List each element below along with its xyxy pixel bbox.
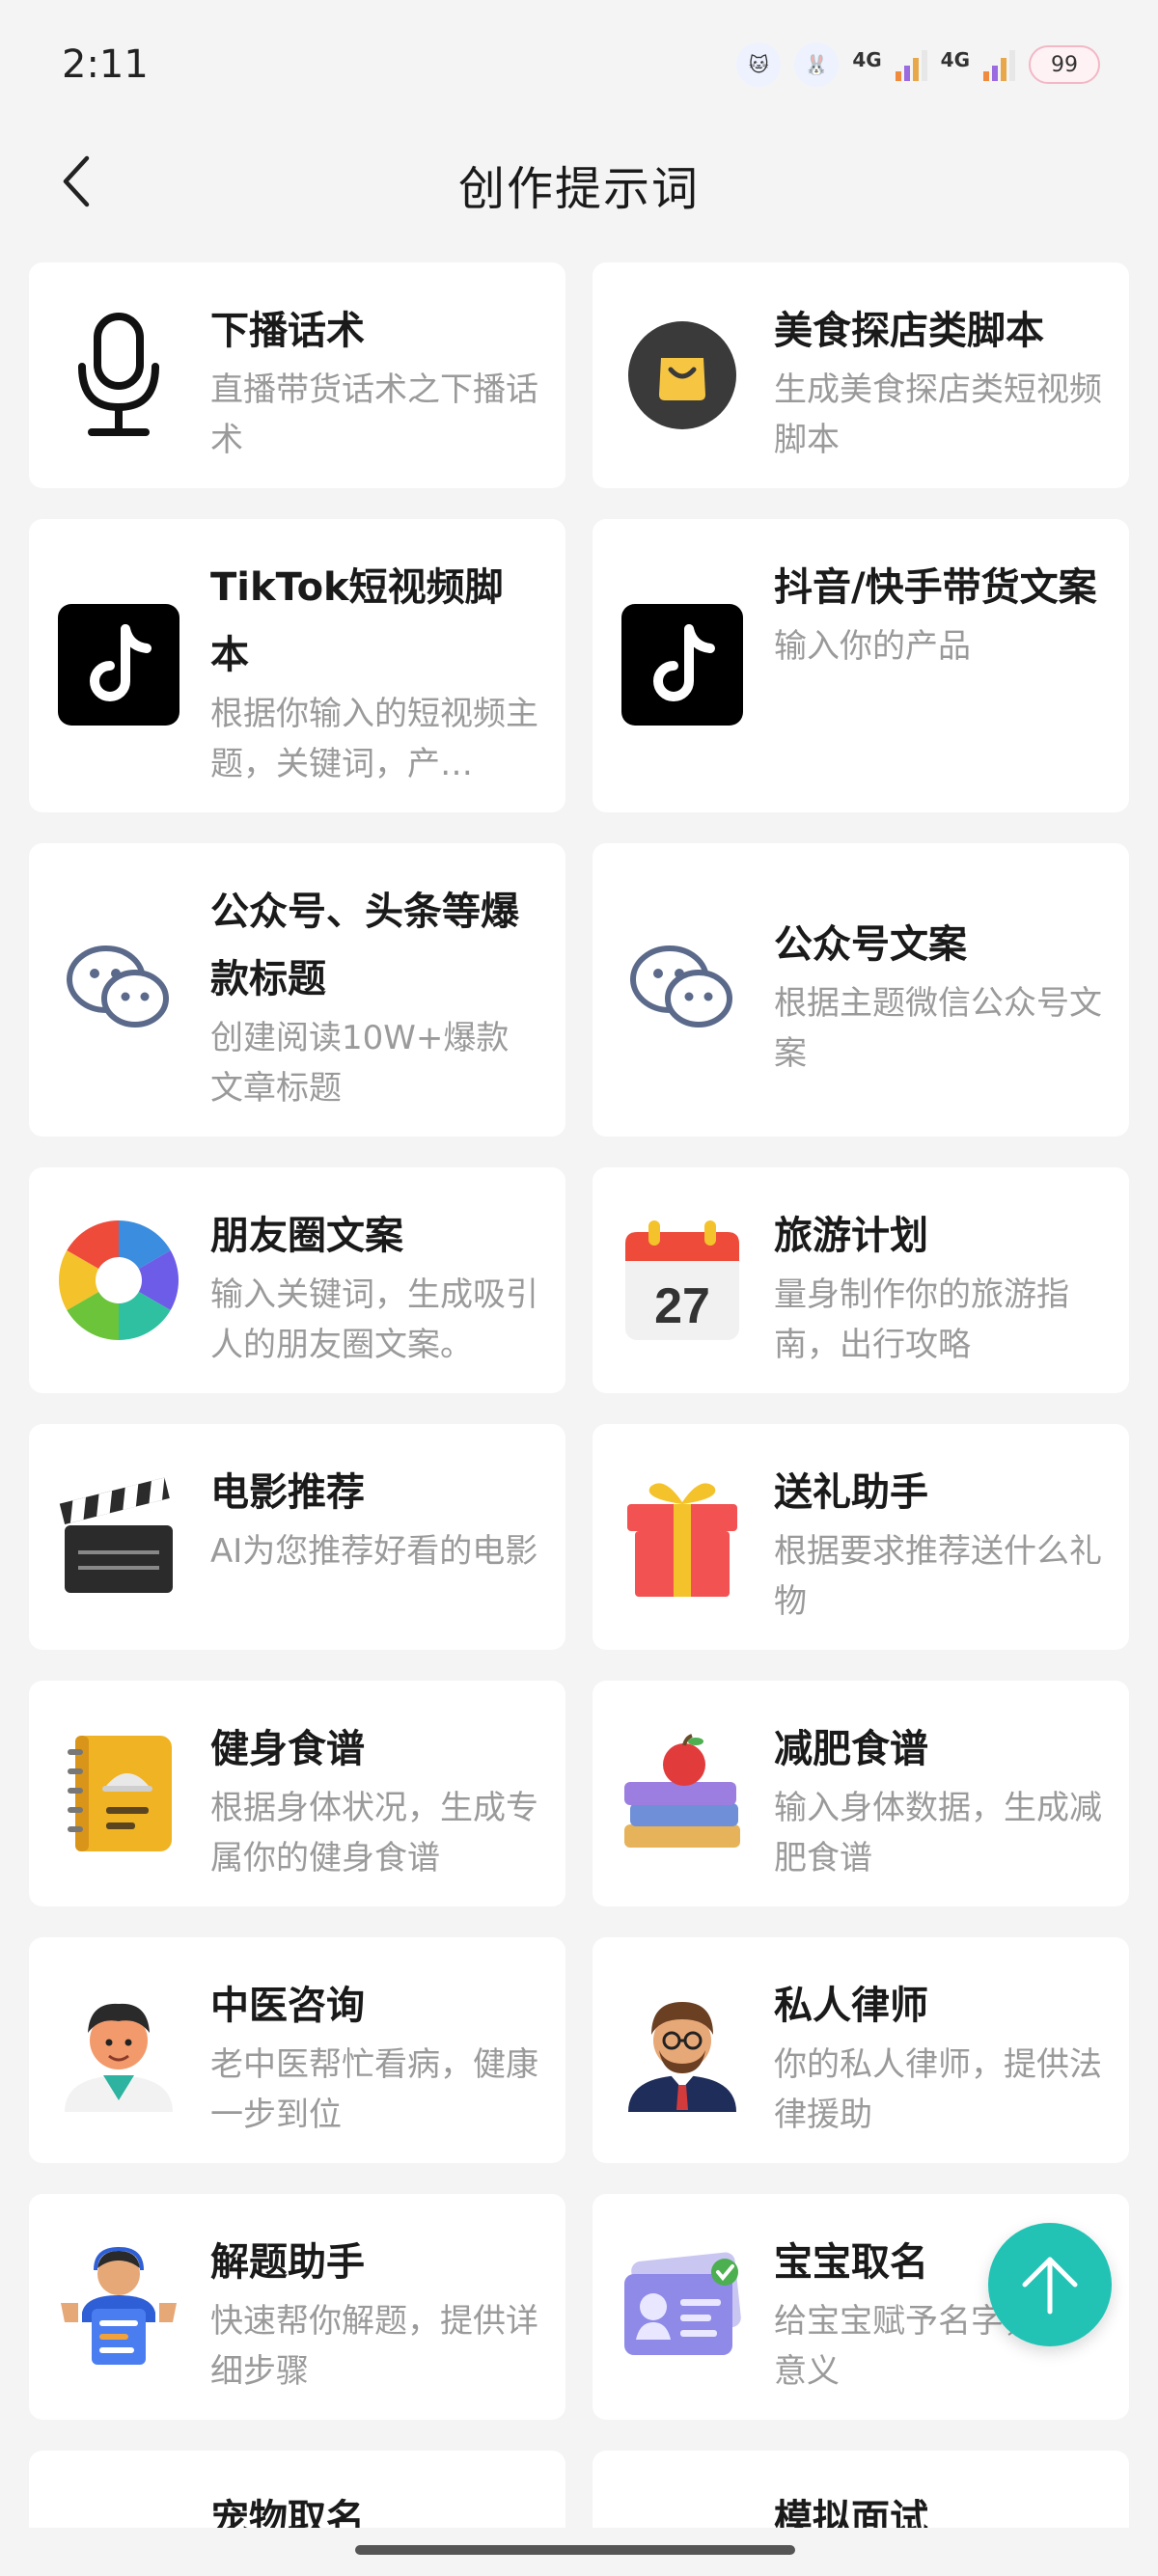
card-description: 输入身体数据，生成减肥食谱 — [774, 1789, 1102, 1877]
wechat-icon — [56, 926, 181, 1052]
prompt-card[interactable]: 电影推荐 AI为您推荐好看的电影 — [29, 1424, 565, 1650]
card-description: AI为您推荐好看的电影 — [210, 1532, 538, 1571]
prompt-card[interactable]: 朋友圈文案 输入关键词，生成吸引人的朋友圈文案。 — [29, 1167, 565, 1393]
tutor-avatar-icon — [56, 2244, 181, 2370]
prompt-card[interactable]: 健身食谱 根据身体状况，生成专属你的健身食谱 — [29, 1681, 565, 1906]
card-title: 抖音/快手带货文案 — [774, 565, 1097, 610]
page-title: 创作提示词 — [457, 162, 700, 216]
books-apple-icon — [620, 1731, 745, 1856]
scroll-to-top-button[interactable] — [988, 2223, 1112, 2346]
prompt-card[interactable]: 中医咨询 老中医帮忙看病，健康一步到位 — [29, 1937, 565, 2163]
card-description: 根据要求推荐送什么礼物 — [774, 1532, 1102, 1621]
network-label: 4G — [852, 48, 882, 71]
recipe-book-icon — [56, 1731, 181, 1856]
card-title: 朋友圈文案 — [210, 1214, 403, 1258]
gift-icon — [620, 1474, 745, 1600]
network-label: 4G — [940, 48, 970, 71]
card-title: 美食探店类脚本 — [774, 309, 1044, 353]
doctor-avatar-icon — [56, 1987, 181, 2113]
card-description: 老中医帮忙看病，健康一步到位 — [210, 2045, 538, 2134]
card-title: 健身食谱 — [210, 1727, 365, 1771]
prompt-card[interactable]: 抖音/快手带货文案 输入你的产品 — [593, 519, 1129, 812]
card-description: 根据主题微信公众号文案 — [774, 984, 1102, 1073]
notification-icon: 🐰 — [794, 42, 840, 87]
prompt-card[interactable]: 公众号文案 根据主题微信公众号文案 — [593, 843, 1129, 1137]
signal-icon — [895, 48, 927, 81]
aperture-icon — [56, 1218, 181, 1343]
calendar-day: 27 — [654, 1278, 710, 1334]
battery-indicator: 99 — [1029, 45, 1100, 84]
card-title: 下播话术 — [210, 309, 365, 353]
card-description: 输入关键词，生成吸引人的朋友圈文案。 — [210, 1275, 538, 1364]
card-title: TikTok短视频脚本 — [210, 565, 504, 677]
prompt-card[interactable]: 下播话术 直播带货话术之下播话术 — [29, 262, 565, 488]
tiktok-icon — [620, 602, 745, 727]
shopping-bag-icon — [620, 313, 745, 438]
prompt-card[interactable]: 美食探店类脚本 生成美食探店类短视频脚本 — [593, 262, 1129, 488]
card-title: 电影推荐 — [210, 1470, 365, 1515]
lawyer-avatar-icon — [620, 1987, 745, 2113]
card-title: 解题助手 — [210, 2240, 365, 2285]
wechat-icon — [620, 926, 745, 1052]
prompt-card[interactable]: 解题助手 快速帮你解题，提供详细步骤 — [29, 2194, 565, 2420]
notification-icon: 🐱 — [736, 42, 782, 87]
card-title: 旅游计划 — [774, 1214, 928, 1258]
card-title: 公众号、头条等爆款标题 — [210, 890, 519, 1001]
prompt-card[interactable]: 送礼助手 根据要求推荐送什么礼物 — [593, 1424, 1129, 1650]
calendar-icon: 27 — [620, 1218, 745, 1343]
card-title: 私人律师 — [774, 1984, 928, 2028]
arrow-up-icon — [1022, 2257, 1078, 2315]
card-title: 公众号文案 — [774, 922, 967, 967]
clapperboard-icon — [56, 1474, 181, 1600]
status-bar: 2:11 🐱 🐰 4G 4G 99 — [0, 0, 1158, 135]
card-description: 根据你输入的短视频主题，关键词，产… — [210, 695, 538, 783]
card-description: 生成美食探店类短视频脚本 — [774, 370, 1102, 459]
page-header: 创作提示词 — [0, 135, 1158, 241]
home-indicator[interactable] — [355, 2545, 795, 2555]
prompt-card[interactable]: TikTok短视频脚本 根据你输入的短视频主题，关键词，产… — [29, 519, 565, 812]
card-description: 量身制作你的旅游指南，出行攻略 — [774, 1275, 1069, 1364]
status-icons: 🐱 🐰 4G 4G 99 — [736, 42, 1100, 87]
card-title: 送礼助手 — [774, 1470, 928, 1515]
card-description: 直播带货话术之下播话术 — [210, 370, 538, 459]
signal-icon — [983, 48, 1015, 81]
prompt-card[interactable]: 减肥食谱 输入身体数据，生成减肥食谱 — [593, 1681, 1129, 1906]
card-title: 减肥食谱 — [774, 1727, 928, 1771]
prompt-card[interactable]: 27 旅游计划 量身制作你的旅游指南，出行攻略 — [593, 1167, 1129, 1393]
id-card-icon — [620, 2244, 745, 2370]
tiktok-icon — [56, 602, 181, 727]
prompt-card[interactable]: 私人律师 你的私人律师，提供法律援助 — [593, 1937, 1129, 2163]
card-title: 中医咨询 — [210, 1984, 365, 2028]
microphone-icon — [56, 313, 181, 438]
card-description: 快速帮你解题，提供详细步骤 — [210, 2302, 538, 2391]
card-description: 输入你的产品 — [774, 627, 971, 666]
card-description: 创建阅读10W+爆款文章标题 — [210, 1019, 510, 1108]
card-description: 你的私人律师，提供法律援助 — [774, 2045, 1102, 2134]
status-time: 2:11 — [62, 42, 149, 87]
card-description: 根据身体状况，生成专属你的健身食谱 — [210, 1789, 538, 1877]
prompt-card[interactable]: 公众号、头条等爆款标题 创建阅读10W+爆款文章标题 — [29, 843, 565, 1137]
